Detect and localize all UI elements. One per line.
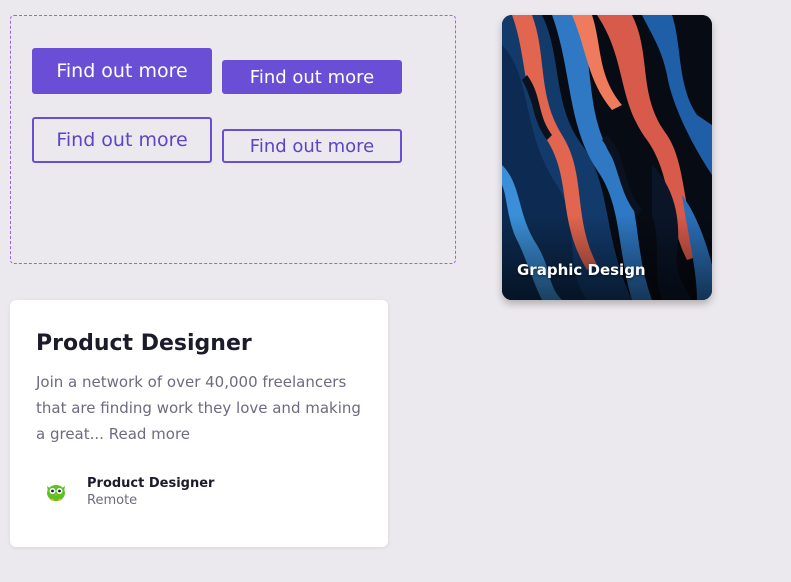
graphic-design-card[interactable]: Graphic Design [502,15,712,300]
job-description-text: Join a network of over 40,000 freelancer… [36,373,361,443]
green-owl-icon [47,485,65,501]
job-title: Product Designer [36,331,252,356]
job-description: Join a network of over 40,000 freelancer… [36,369,366,447]
card-title: Graphic Design [517,261,646,279]
job-card[interactable]: Product Designer Join a network of over … [10,300,388,547]
company-name: Product Designer [87,476,215,491]
find-out-more-button-outline-small[interactable]: Find out more [222,129,402,163]
read-more-link[interactable]: Read more [109,425,190,443]
find-out-more-button-outline-large[interactable]: Find out more [32,117,212,163]
company-location: Remote [87,493,138,508]
find-out-more-button-primary-small[interactable]: Find out more [222,60,402,94]
find-out-more-button-primary-large[interactable]: Find out more [32,48,212,94]
abstract-paint-image [502,15,712,300]
